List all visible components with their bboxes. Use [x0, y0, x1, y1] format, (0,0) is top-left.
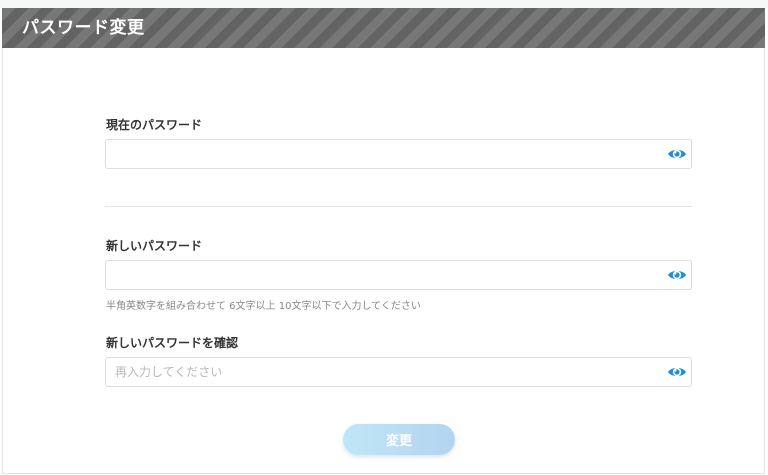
current-password-input[interactable] — [106, 140, 646, 168]
new-password-hint: 半角英数字を組み合わせて 6文字以上 10文字以下で入力してください — [106, 301, 421, 312]
change-password-button[interactable]: 変更 — [343, 424, 455, 455]
top-decorative-strip — [0, 0, 768, 8]
new-password-field-wrapper — [105, 260, 692, 290]
current-password-label: 現在のパスワード — [106, 118, 203, 132]
confirm-password-input[interactable] — [106, 358, 646, 386]
panel-header: パスワード変更 — [2, 8, 765, 48]
new-password-label: 新しいパスワード — [106, 239, 203, 253]
new-password-input[interactable] — [106, 261, 646, 289]
page-title: パスワード変更 — [22, 18, 145, 38]
eye-icon[interactable] — [667, 146, 687, 162]
confirm-password-field-wrapper — [105, 357, 692, 387]
eye-icon[interactable] — [667, 364, 687, 380]
section-divider — [105, 206, 692, 207]
confirm-password-label: 新しいパスワードを確認 — [106, 336, 239, 350]
current-password-field-wrapper — [105, 139, 692, 169]
eye-icon[interactable] — [667, 267, 687, 283]
